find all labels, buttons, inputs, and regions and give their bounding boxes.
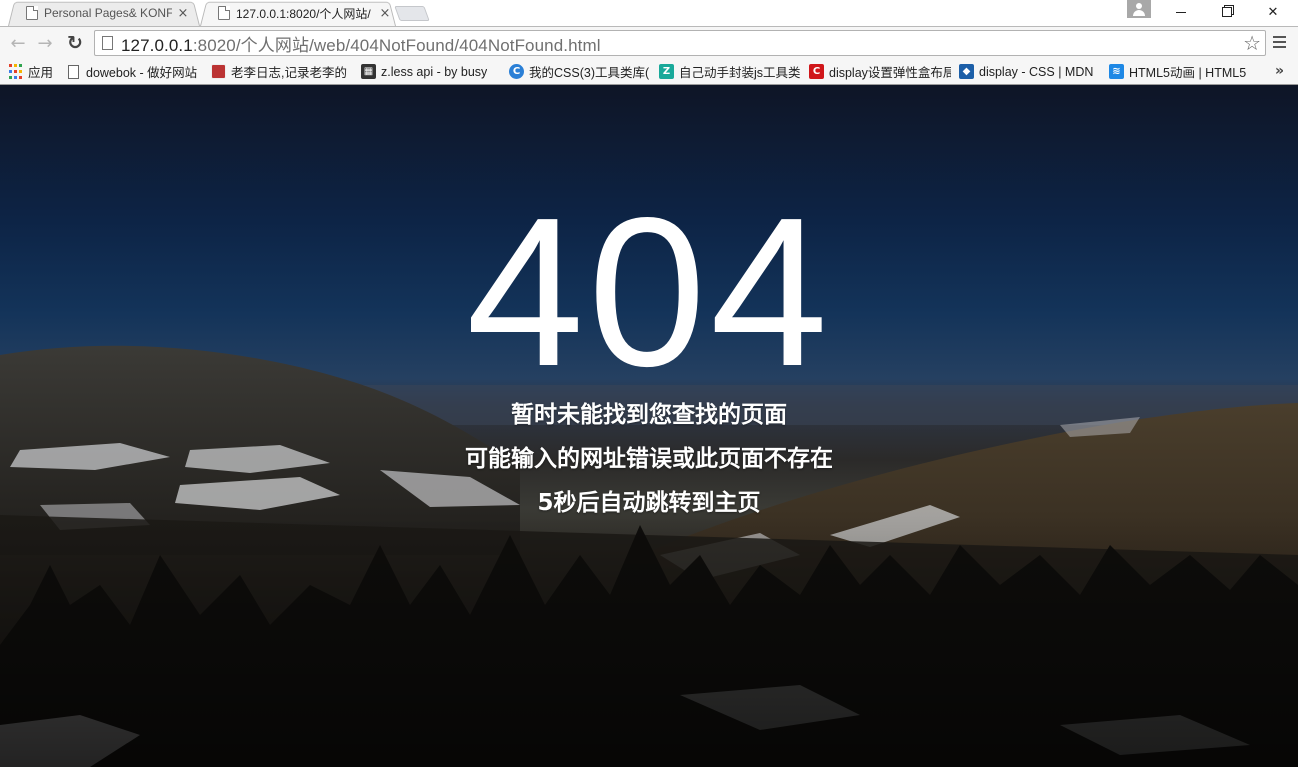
tab-title: 127.0.0.1:8020/个人网站/	[236, 6, 371, 21]
bookmark-star-icon[interactable]: ☆	[1243, 32, 1261, 54]
more-bookmarks-icon[interactable]: »	[1275, 63, 1284, 79]
page-viewport: 404 暂时未能找到您查找的页面 可能输入的网址错误或此页面不存在 5秒后自动跳…	[0, 85, 1298, 767]
bookmark-label: dowebok - 做好网站	[86, 66, 198, 80]
address-bar[interactable]: 127.0.0.1:8020/个人网站/web/404NotFound/404N…	[94, 30, 1266, 56]
bookmark-label: z.less api - by busy	[381, 64, 488, 79]
page-icon	[68, 64, 79, 79]
bookmark-apps[interactable]: 应用	[4, 61, 62, 83]
close-tab-icon[interactable]: ×	[176, 6, 190, 21]
not-found-message: 暂时未能找到您查找的页面	[511, 402, 787, 428]
page-icon	[26, 6, 38, 20]
bookmark-label: 我的CSS(3)工具类库(	[529, 66, 650, 80]
reload-button[interactable]: ↻	[63, 31, 87, 55]
bookmark-css-lib[interactable]: C 我的CSS(3)工具类库(	[505, 61, 655, 83]
tab-strip: Personal Pages& KONFO × 127.0.0.1:8020/个…	[0, 0, 1298, 27]
reload-icon: ↻	[67, 32, 83, 54]
bookmark-label: display - CSS | MDN	[979, 64, 1094, 79]
forward-arrow-icon: →	[37, 32, 53, 54]
url-host: 127.0.0.1	[121, 35, 193, 55]
bookmark-js-tools[interactable]: Z 自己动手封装js工具类	[655, 61, 805, 83]
back-button[interactable]: ←	[6, 31, 30, 55]
error-code: 404	[466, 173, 832, 410]
back-arrow-icon: ←	[10, 32, 26, 54]
new-tab-button[interactable]	[394, 6, 430, 21]
mdn-icon: ◆	[959, 64, 974, 79]
close-tab-icon[interactable]: ×	[378, 6, 392, 21]
minimize-button[interactable]	[1158, 0, 1204, 24]
bookmark-label: HTML5动画 | HTML5	[1129, 66, 1247, 80]
tab-personal-pages[interactable]: Personal Pages& KONFO ×	[8, 0, 200, 27]
bookmark-html5-anim[interactable]: ≋ HTML5动画 | HTML5	[1105, 61, 1251, 83]
bookmark-label: display设置弹性盒布局	[829, 66, 951, 80]
url-path: :8020/个人网站/web/404NotFound/404NotFound.h…	[192, 35, 601, 55]
close-icon: ✕	[1267, 4, 1279, 20]
blue-c-icon: C	[509, 64, 524, 79]
forward-button[interactable]: →	[33, 31, 57, 55]
tab-title: Personal Pages& KONFO	[44, 6, 172, 20]
tab-404-page[interactable]: 127.0.0.1:8020/个人网站/ ×	[200, 0, 396, 27]
not-found-content: 404 暂时未能找到您查找的页面 可能输入的网址错误或此页面不存在 5秒后自动跳…	[0, 85, 1298, 767]
teal-icon: Z	[659, 64, 674, 79]
close-window-button[interactable]: ✕	[1250, 0, 1296, 24]
url-text: 127.0.0.1:8020/个人网站/web/404NotFound/404N…	[121, 31, 601, 56]
book-icon	[211, 64, 226, 79]
bookmarks-bar: 应用 dowebok - 做好网站 老李日志,记录老李的 ▦ z.less ap…	[0, 59, 1298, 85]
wifi-icon: ≋	[1109, 64, 1124, 79]
possible-reason-message: 可能输入的网址错误或此页面不存在	[465, 446, 833, 472]
chrome-menu-icon[interactable]	[1273, 36, 1286, 48]
bookmark-dowebok[interactable]: dowebok - 做好网站	[62, 61, 207, 83]
bookmark-display-flex[interactable]: C display设置弹性盒布局	[805, 61, 955, 83]
bookmark-zless[interactable]: ▦ z.less api - by busy	[357, 61, 505, 83]
bookmark-label: 老李日志,记录老李的	[231, 66, 347, 80]
page-icon	[218, 6, 230, 20]
bookmark-laoli[interactable]: 老李日志,记录老李的	[207, 61, 357, 83]
redirect-countdown-message: 5秒后自动跳转到主页	[537, 490, 761, 516]
bookmark-mdn[interactable]: ◆ display - CSS | MDN	[955, 61, 1105, 83]
red-c-icon: C	[809, 64, 824, 79]
bookmark-label: 自己动手封装js工具类	[679, 66, 801, 80]
zless-icon: ▦	[361, 64, 376, 79]
bookmark-label: 应用	[28, 66, 54, 80]
restore-button[interactable]	[1204, 0, 1250, 24]
apps-grid-icon	[8, 64, 23, 79]
browser-toolbar: ← → ↻ 127.0.0.1:8020/个人网站/web/404NotFoun…	[0, 26, 1298, 59]
user-profile-icon[interactable]	[1127, 0, 1151, 18]
page-icon	[102, 36, 113, 50]
